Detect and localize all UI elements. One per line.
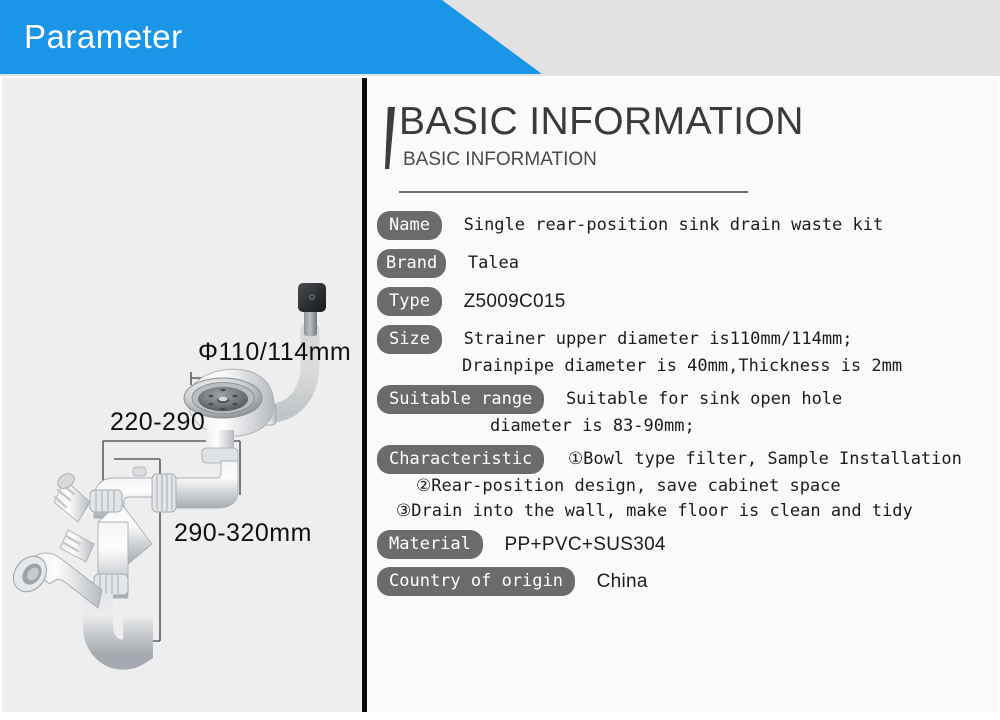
spec-label-suitable-range: Suitable range xyxy=(377,385,545,414)
spec-value-type: Z5009C015 xyxy=(463,291,566,312)
spec-value-size: Strainer upper diameter is110mm/114mm; xyxy=(463,329,853,349)
heading-subtitle: BASIC INFORMATION xyxy=(403,149,597,170)
spec-row-characteristic: Characteristic ①Bowl type filter, Sample… xyxy=(377,445,997,524)
spec-label-brand: Brand xyxy=(377,249,447,278)
spec-row-size: Size Strainer upper diameter is110mm/114… xyxy=(377,325,997,379)
spec-value-suitable-range-line2: diameter is 83-90mm; xyxy=(490,416,695,436)
spec-label-characteristic: Characteristic xyxy=(377,445,545,474)
spec-list: Name Single rear-position sink drain was… xyxy=(377,211,997,604)
dimension-label-height: 290-320mm xyxy=(174,519,312,547)
spec-value-country: China xyxy=(596,571,648,592)
specification-panel: BASIC INFORMATION BASIC INFORMATION Name… xyxy=(367,78,998,712)
spec-row-brand: Brand Talea xyxy=(377,249,997,278)
spec-label-country: Country of origin xyxy=(377,567,575,596)
spec-value-name: Single rear-position sink drain waste ki… xyxy=(463,215,884,235)
page-title: Parameter xyxy=(24,18,183,55)
spec-value-suitable-range: Suitable for sink open hole xyxy=(565,389,843,409)
heading-accent-slash xyxy=(385,107,395,169)
heading-title: BASIC INFORMATION xyxy=(399,100,804,143)
spec-row-name: Name Single rear-position sink drain was… xyxy=(377,211,997,240)
header-banner: Parameter xyxy=(0,0,1000,76)
spec-label-type: Type xyxy=(377,287,442,316)
union-nut-horizontal xyxy=(151,473,177,513)
spec-value-characteristic-2: ②Rear-position design, save cabinet spac… xyxy=(416,476,841,496)
section-heading: BASIC INFORMATION BASIC INFORMATION xyxy=(385,100,985,193)
heading-underline xyxy=(399,191,748,193)
spec-row-type: Type Z5009C015 xyxy=(377,287,997,316)
spec-label-size: Size xyxy=(377,325,442,354)
dimension-label-diameter: Φ110/114mm xyxy=(198,338,352,366)
sink-drain-assembly-illustration xyxy=(13,283,326,670)
spec-value-characteristic-3: ③Drain into the wall, make floor is clea… xyxy=(396,501,913,521)
pipe-stub xyxy=(132,466,147,477)
dimension-label-width: 220-290 xyxy=(110,408,206,436)
union-nut-elbow xyxy=(89,489,123,513)
spec-value-brand: Talea xyxy=(467,253,520,273)
spec-row-country: Country of origin China xyxy=(377,567,997,596)
hose-barb-lower xyxy=(59,529,95,563)
spec-label-name: Name xyxy=(377,211,442,240)
spec-value-characteristic-1: ①Bowl type filter, Sample Installation xyxy=(567,449,962,469)
spec-value-material: PP+PVC+SUS304 xyxy=(504,534,666,555)
spec-label-material: Material xyxy=(377,530,483,559)
spec-row-material: Material PP+PVC+SUS304 xyxy=(377,530,997,559)
product-image-panel: Φ110/114mm 220-290 290-320mm xyxy=(2,78,362,712)
hose-barb-branch xyxy=(53,473,91,523)
spec-value-size-line2: Drainpipe diameter is 40mm,Thickness is … xyxy=(462,356,903,376)
spec-row-suitable-range: Suitable range Suitable for sink open ho… xyxy=(377,385,997,439)
